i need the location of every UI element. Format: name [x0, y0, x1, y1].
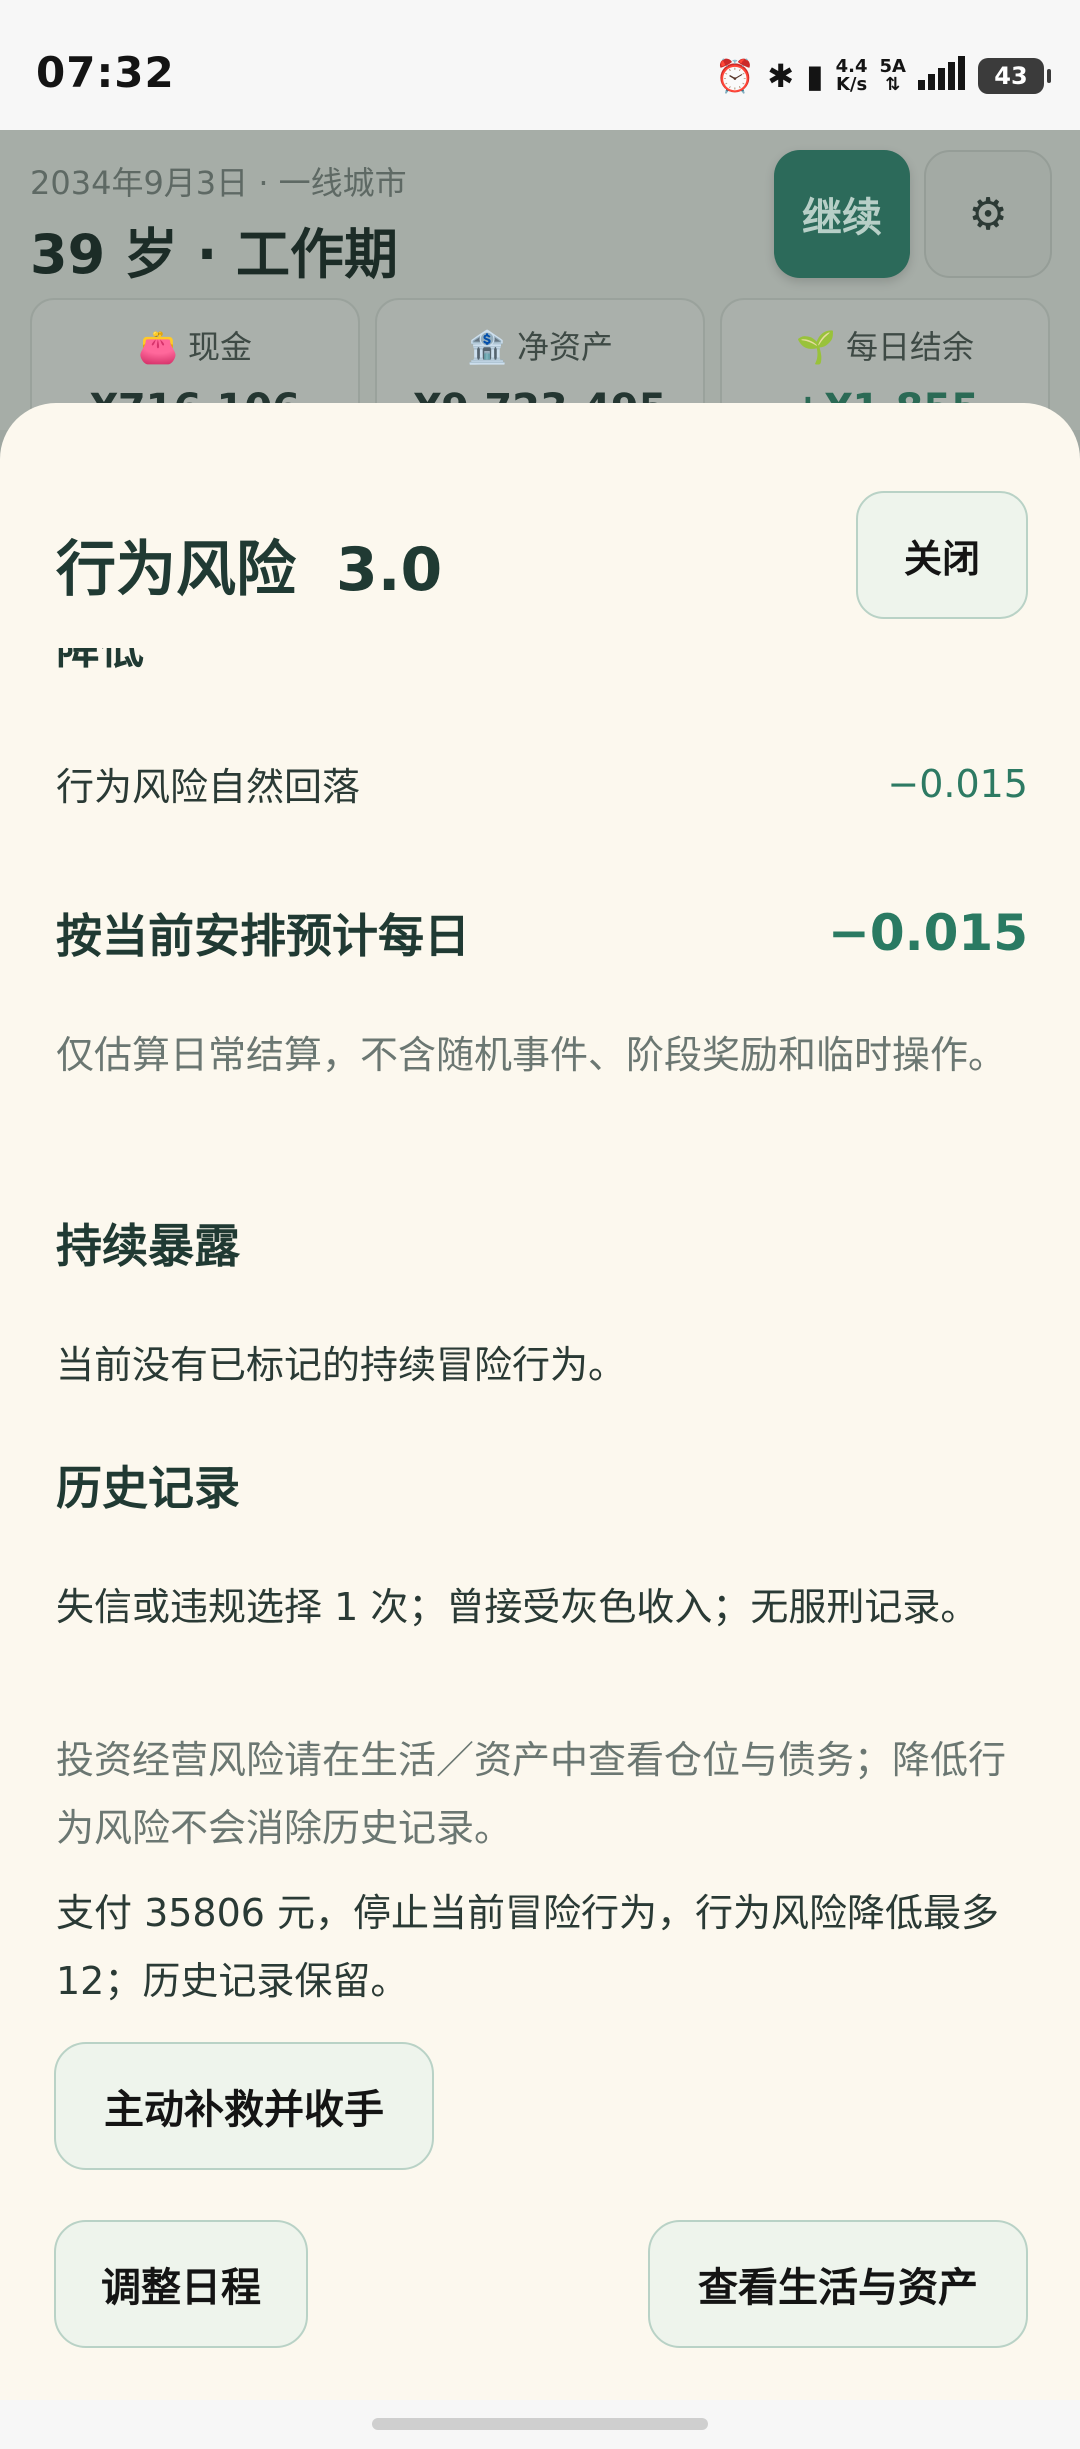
behavior-risk-sheet: 行为风险 3.0 关闭 降低 行为风险自然回落 −0.015 按当前安排预计每日 … — [0, 403, 1080, 2400]
status-bar: 07:32 ⏰ ✱ ▮ 4.4 K/s 5A ⇅ 43 — [0, 0, 1080, 130]
history-text: 失信或违规选择 1 次；曾接受灰色收入；无服刑记录。 — [56, 1585, 979, 1629]
decay-value: −0.015 — [887, 761, 1028, 806]
forecast-row: 按当前安排预计每日 −0.015 — [56, 900, 1028, 966]
close-button[interactable]: 关闭 — [856, 491, 1028, 619]
bluetooth-icon: ✱ — [767, 56, 795, 95]
home-gesture-handle[interactable] — [372, 2418, 708, 2430]
bank-icon: 🏦 — [466, 328, 507, 366]
status-time: 07:32 — [36, 48, 175, 97]
view-life-assets-button[interactable]: 查看生活与资产 — [648, 2220, 1028, 2348]
vibrate-icon: ▮ — [806, 56, 824, 95]
game-header: 2034年9月3日 · 一线城市 39 岁 · 工作期 继续 ⚙ 👛 现金 ¥7… — [0, 130, 1080, 438]
alarm-icon: ⏰ — [715, 56, 756, 95]
forecast-note: 仅估算日常结算，不含随机事件、阶段奖励和临时操作。 — [56, 1033, 1007, 1077]
risk-score: 3.0 — [336, 535, 443, 605]
network-type: 5A ⇅ — [879, 55, 906, 95]
remedy-button[interactable]: 主动补救并收手 — [54, 2042, 434, 2170]
status-icons: ⏰ ✱ ▮ 4.4 K/s 5A ⇅ 43 — [715, 55, 1051, 95]
exposure-title: 持续暴露 — [56, 1219, 240, 1273]
sheet-title: 行为风险 3.0 — [56, 535, 443, 605]
history-note: 投资经营风险请在生活／资产中查看仓位与债务；降低行为风险不会消除历史记录。 — [56, 1738, 1007, 1850]
sprout-icon: 🌱 — [795, 328, 836, 366]
navigation-bar — [0, 2400, 1080, 2449]
battery-icon: 43 — [978, 57, 1051, 94]
decay-row: 行为风险自然回落 −0.015 — [56, 756, 1028, 811]
sheet-scroll-area[interactable]: 降低 行为风险自然回落 −0.015 按当前安排预计每日 −0.015 仅估算日… — [0, 648, 1080, 2400]
continue-button[interactable]: 继续 — [774, 150, 910, 278]
settings-button[interactable]: ⚙ — [924, 150, 1052, 278]
signal-icon — [918, 56, 966, 95]
gear-icon: ⚙ — [968, 188, 1008, 240]
forecast-label: 按当前安排预计每日 — [56, 909, 470, 963]
decay-label: 行为风险自然回落 — [56, 765, 361, 809]
adjust-schedule-button[interactable]: 调整日程 — [54, 2220, 308, 2348]
forecast-value: −0.015 — [827, 904, 1028, 962]
life-stage: 39 岁 · 工作期 — [30, 223, 399, 286]
exposure-text: 当前没有已标记的持续冒险行为。 — [56, 1343, 627, 1387]
history-title: 历史记录 — [56, 1461, 240, 1515]
reduce-heading: 降低 — [56, 648, 144, 674]
net-speed: 4.4 K/s — [835, 55, 868, 95]
remedy-text: 支付 35806 元，停止当前冒险行为，行为风险降低最多 12；历史记录保留。 — [56, 1891, 1000, 2003]
date-city: 2034年9月3日 · 一线城市 — [30, 164, 407, 202]
wallet-icon: 👛 — [137, 328, 178, 366]
